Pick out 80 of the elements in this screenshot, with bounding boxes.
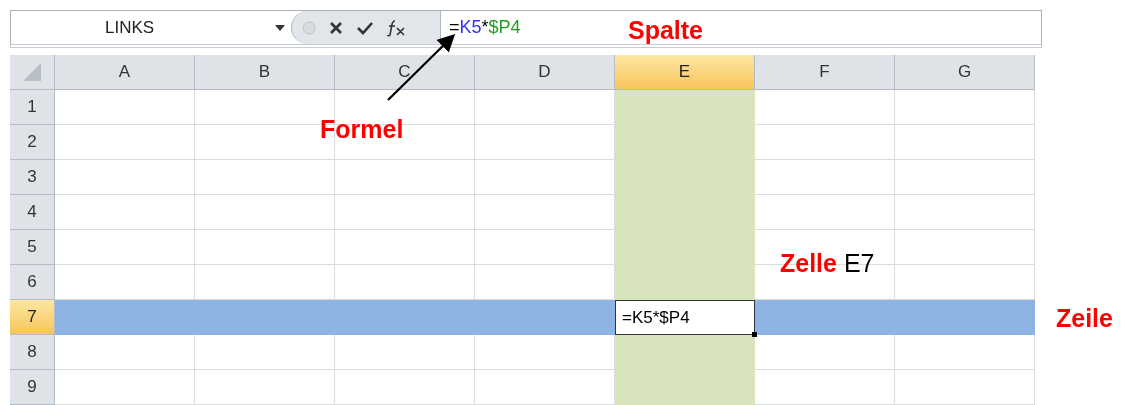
table-cell[interactable] [335, 160, 475, 195]
row-header[interactable]: 6 [10, 265, 55, 300]
table-cell[interactable] [335, 335, 475, 370]
caret-icon [275, 24, 285, 31]
formula-field[interactable]: =K5*$P4 [441, 17, 521, 38]
table-cell[interactable] [475, 125, 615, 160]
table-cell[interactable] [195, 230, 335, 265]
column-header[interactable]: E [615, 55, 755, 90]
table-cell[interactable] [755, 195, 895, 230]
table-cell[interactable] [895, 90, 1035, 125]
column-header[interactable]: F [755, 55, 895, 90]
table-cell[interactable] [55, 265, 195, 300]
table-cell[interactable] [895, 335, 1035, 370]
table-cell[interactable] [895, 230, 1035, 265]
table-cell[interactable] [55, 125, 195, 160]
row-header[interactable]: 4 [10, 195, 55, 230]
table-cell[interactable] [895, 195, 1035, 230]
table-cell[interactable] [55, 90, 195, 125]
table-cell[interactable] [55, 370, 195, 405]
table-cell[interactable] [615, 370, 755, 405]
annotation-arrow [387, 33, 456, 101]
row-header[interactable]: 5 [10, 230, 55, 265]
table-cell[interactable] [475, 160, 615, 195]
table-cell[interactable] [895, 300, 1035, 335]
table-cell[interactable] [895, 265, 1035, 300]
table-cell[interactable] [475, 370, 615, 405]
row-header[interactable]: 3 [10, 160, 55, 195]
column-header[interactable]: A [55, 55, 195, 90]
table-cell[interactable] [475, 265, 615, 300]
table-cell[interactable] [195, 265, 335, 300]
row-header[interactable]: 9 [10, 370, 55, 405]
annotation-label: Spalte [628, 16, 704, 45]
table-cell[interactable] [335, 230, 475, 265]
table-cell[interactable] [615, 90, 755, 125]
table-cell[interactable] [335, 195, 475, 230]
table-cell[interactable] [755, 125, 895, 160]
active-cell[interactable]: =K5*$P4 [615, 300, 755, 335]
table-cell[interactable] [55, 335, 195, 370]
table-cell[interactable] [475, 90, 615, 125]
table-cell[interactable] [55, 230, 195, 265]
column-header[interactable]: B [195, 55, 335, 90]
table-cell[interactable] [475, 335, 615, 370]
column-header[interactable]: C [335, 55, 475, 90]
table-cell[interactable] [615, 265, 755, 300]
table-cell[interactable] [195, 370, 335, 405]
annotation-label: Formel [320, 115, 404, 144]
table-cell[interactable] [475, 230, 615, 265]
dot-icon [302, 20, 316, 35]
row-header[interactable]: 7 [10, 300, 55, 335]
row-header[interactable]: 1 [10, 90, 55, 125]
row-header[interactable]: 2 [10, 125, 55, 160]
table-cell[interactable] [755, 300, 895, 335]
table-cell[interactable] [475, 300, 615, 335]
row-header[interactable]: 8 [10, 335, 55, 370]
cancel-icon[interactable] [328, 19, 344, 36]
table-cell[interactable] [755, 90, 895, 125]
table-cell[interactable] [55, 160, 195, 195]
select-all-corner[interactable] [10, 55, 55, 90]
triangle-icon [21, 61, 43, 83]
annotation-label: Zelle E7 [780, 249, 875, 278]
table-cell[interactable] [335, 265, 475, 300]
table-cell[interactable] [895, 125, 1035, 160]
table-cell[interactable] [195, 195, 335, 230]
table-cell[interactable] [55, 195, 195, 230]
name-box[interactable]: LINKS [11, 11, 291, 44]
table-cell[interactable] [755, 335, 895, 370]
table-cell[interactable] [335, 370, 475, 405]
table-cell[interactable] [755, 160, 895, 195]
annotation-label: Zeile [1056, 304, 1113, 333]
function-icon[interactable] [386, 18, 408, 37]
table-cell[interactable] [195, 160, 335, 195]
table-cell[interactable] [475, 195, 615, 230]
table-cell[interactable] [55, 300, 195, 335]
table-cell[interactable] [895, 370, 1035, 405]
column-header[interactable]: G [895, 55, 1035, 90]
column-header[interactable]: D [475, 55, 615, 90]
table-cell[interactable] [755, 370, 895, 405]
table-cell[interactable] [895, 160, 1035, 195]
table-cell[interactable] [195, 335, 335, 370]
table-cell[interactable] [615, 335, 755, 370]
